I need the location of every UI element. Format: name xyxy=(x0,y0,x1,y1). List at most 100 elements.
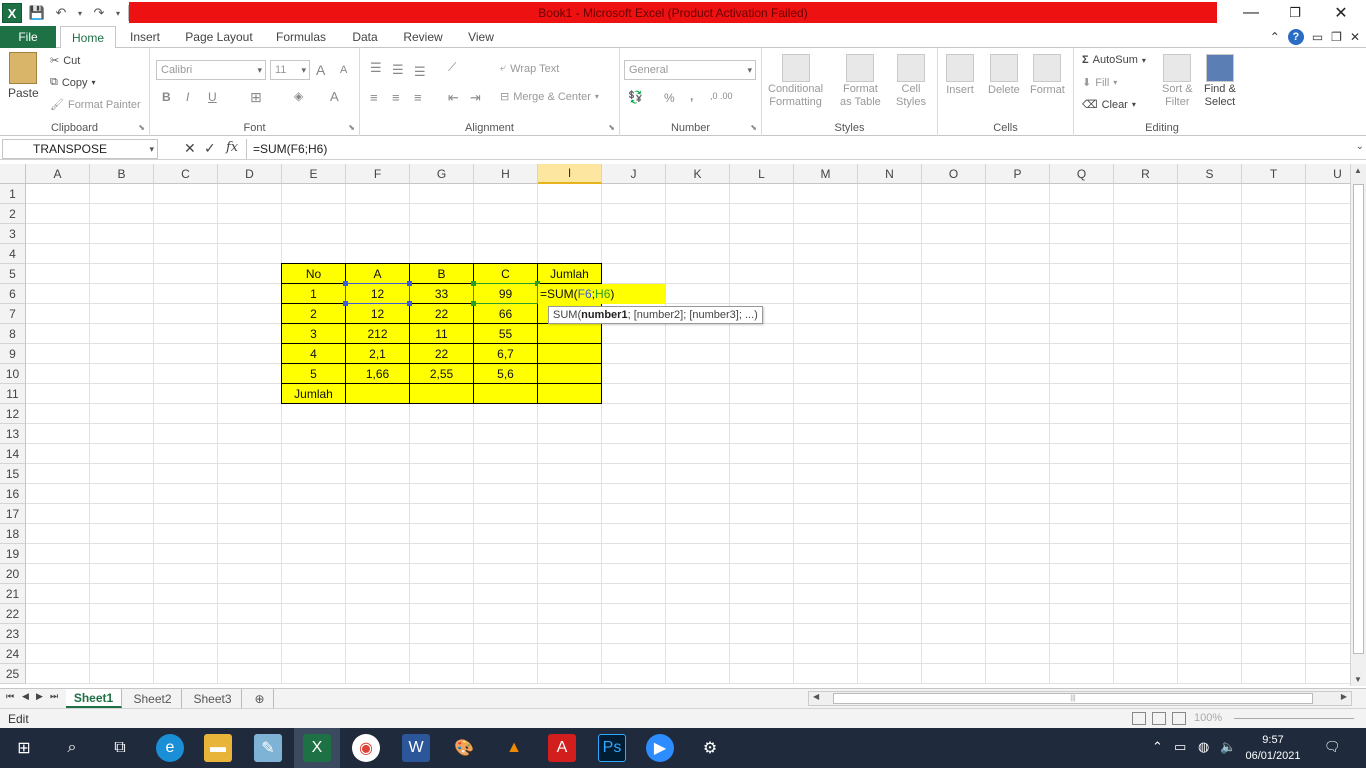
help-icon[interactable]: ? xyxy=(1287,29,1304,45)
column-header-m[interactable]: M xyxy=(794,164,858,184)
bold-button[interactable]: B xyxy=(162,90,171,104)
table-footer-cell[interactable] xyxy=(345,383,410,404)
tab-review[interactable]: Review xyxy=(396,26,450,48)
cell-area[interactable]: No A B C Jumlah 1 12 33 99 2 12 22 66 3 212 11 55 4 2,1 22 6… xyxy=(26,184,1350,684)
font-launcher-icon[interactable]: ⬊ xyxy=(348,123,355,132)
search-icon[interactable]: ⌕ xyxy=(58,734,86,762)
table-header-cell[interactable]: Jumlah xyxy=(537,263,602,284)
sheet-tab-sheet2[interactable]: Sheet2 xyxy=(124,689,182,708)
volume-icon[interactable]: 🔈 xyxy=(1220,739,1236,755)
table-data-cell[interactable]: 1,66 xyxy=(345,363,410,384)
select-all-corner[interactable] xyxy=(0,164,26,184)
column-header-t[interactable]: T xyxy=(1242,164,1306,184)
align-left-icon[interactable]: ≡ xyxy=(370,90,378,105)
copy-button[interactable]: ⧉ Copy ▾ xyxy=(50,76,96,89)
table-data-cell[interactable]: 12 xyxy=(345,303,410,324)
table-data-cell[interactable] xyxy=(537,323,602,344)
tab-insert[interactable]: Insert xyxy=(120,26,170,48)
table-data-cell[interactable]: 1 xyxy=(281,283,346,304)
table-data-cell[interactable]: 33 xyxy=(409,283,474,304)
photoshop-icon[interactable]: Ps xyxy=(598,734,626,762)
task-view-icon[interactable]: ⧉ xyxy=(106,734,134,762)
chrome-browser-icon[interactable]: ◉ xyxy=(352,734,380,762)
font-name-combo[interactable]: Calibri xyxy=(156,60,266,80)
close-button[interactable]: ✕ xyxy=(1318,0,1364,26)
column-header-n[interactable]: N xyxy=(858,164,922,184)
last-sheet-icon[interactable]: ⏭ xyxy=(50,691,58,702)
column-header-l[interactable]: L xyxy=(730,164,794,184)
sheet-tab-sheet1[interactable]: Sheet1 xyxy=(66,689,122,708)
excel-taskbar-icon[interactable]: X xyxy=(303,734,331,762)
sort-filter-button[interactable]: Sort & Filter xyxy=(1162,54,1193,108)
column-header-g[interactable]: G xyxy=(410,164,474,184)
table-data-cell[interactable]: 212 xyxy=(345,323,410,344)
range-handle[interactable] xyxy=(343,281,348,286)
table-footer-cell[interactable] xyxy=(409,383,474,404)
table-data-cell[interactable] xyxy=(537,363,602,384)
formula-input[interactable]: =SUM(F6;H6) xyxy=(246,139,1349,159)
insert-cells-button[interactable]: Insert xyxy=(946,54,974,96)
row-header-1[interactable]: 1 xyxy=(0,184,26,204)
table-header-cell[interactable]: C xyxy=(473,263,538,284)
row-header-5[interactable]: 5 xyxy=(0,264,26,284)
range-handle[interactable] xyxy=(407,301,412,306)
merge-center-button[interactable]: ⊟ Merge & Center ▾ xyxy=(500,90,599,104)
tab-page-layout[interactable]: Page Layout xyxy=(178,26,260,48)
conditional-formatting-button[interactable]: Conditional Formatting xyxy=(768,54,823,108)
row-header-9[interactable]: 9 xyxy=(0,344,26,364)
range-handle[interactable] xyxy=(343,301,348,306)
redo-icon[interactable]: ↷ xyxy=(90,5,108,21)
column-header-q[interactable]: Q xyxy=(1050,164,1114,184)
column-header-c[interactable]: C xyxy=(154,164,218,184)
underline-button[interactable]: U xyxy=(208,90,217,104)
table-footer-cell[interactable]: Jumlah xyxy=(281,383,346,404)
autosum-button[interactable]: Σ AutoSum ▾ xyxy=(1082,54,1146,66)
column-header-s[interactable]: S xyxy=(1178,164,1242,184)
row-header-23[interactable]: 23 xyxy=(0,624,26,644)
table-data-cell[interactable] xyxy=(537,343,602,364)
format-painter-button[interactable]: 🖌 Format Painter xyxy=(50,98,141,112)
table-data-cell[interactable]: 2,55 xyxy=(409,363,474,384)
borders-icon[interactable]: ⊞ xyxy=(250,89,262,106)
row-header-22[interactable]: 22 xyxy=(0,604,26,624)
align-center-icon[interactable]: ≡ xyxy=(392,90,400,105)
notifications-icon[interactable]: 🗨 xyxy=(1324,739,1341,755)
column-header-h[interactable]: H xyxy=(474,164,538,184)
insert-sheet-icon[interactable]: ⊕ xyxy=(246,689,274,708)
vertical-scrollbar[interactable]: ▲ ▼ xyxy=(1350,164,1366,686)
excel-logo-icon[interactable]: X xyxy=(2,3,22,23)
row-header-10[interactable]: 10 xyxy=(0,364,26,384)
shrink-font-icon[interactable]: A xyxy=(340,64,347,76)
minimize-button[interactable]: — xyxy=(1228,0,1274,26)
table-data-cell[interactable]: 5,6 xyxy=(473,363,538,384)
range-handle[interactable] xyxy=(471,301,476,306)
insert-function-icon[interactable]: fx xyxy=(226,140,238,155)
row-header-20[interactable]: 20 xyxy=(0,564,26,584)
tab-home[interactable]: Home xyxy=(60,26,116,49)
column-header-j[interactable]: J xyxy=(602,164,666,184)
align-top-icon[interactable]: ☰ xyxy=(370,60,382,76)
font-color-icon[interactable]: A xyxy=(330,89,339,104)
delete-cells-button[interactable]: Delete xyxy=(988,54,1020,96)
range-handle[interactable] xyxy=(407,281,412,286)
table-data-cell[interactable]: 55 xyxy=(473,323,538,344)
table-data-cell[interactable]: 5 xyxy=(281,363,346,384)
row-header-6[interactable]: 6 xyxy=(0,284,26,304)
scroll-up-icon[interactable]: ▲ xyxy=(1354,166,1362,175)
first-sheet-icon[interactable]: ⏮ xyxy=(6,691,14,702)
table-header-cell[interactable]: A xyxy=(345,263,410,284)
row-header-11[interactable]: 11 xyxy=(0,384,26,404)
table-data-cell[interactable]: 3 xyxy=(281,323,346,344)
comma-button[interactable]: , xyxy=(690,89,693,103)
prev-sheet-icon[interactable]: ◀ xyxy=(22,691,29,702)
paste-button[interactable]: Paste xyxy=(8,52,39,100)
number-format-combo[interactable]: General xyxy=(624,60,756,80)
row-header-25[interactable]: 25 xyxy=(0,664,26,684)
workbook-restore-icon[interactable]: ❐ xyxy=(1331,30,1342,44)
scroll-down-icon[interactable]: ▼ xyxy=(1354,675,1362,684)
scroll-left-icon[interactable]: ◀ xyxy=(813,692,819,701)
sheet-tab-sheet3[interactable]: Sheet3 xyxy=(184,689,242,708)
row-header-14[interactable]: 14 xyxy=(0,444,26,464)
zoom-app-icon[interactable]: ▶ xyxy=(646,734,674,762)
tab-data[interactable]: Data xyxy=(342,26,388,48)
